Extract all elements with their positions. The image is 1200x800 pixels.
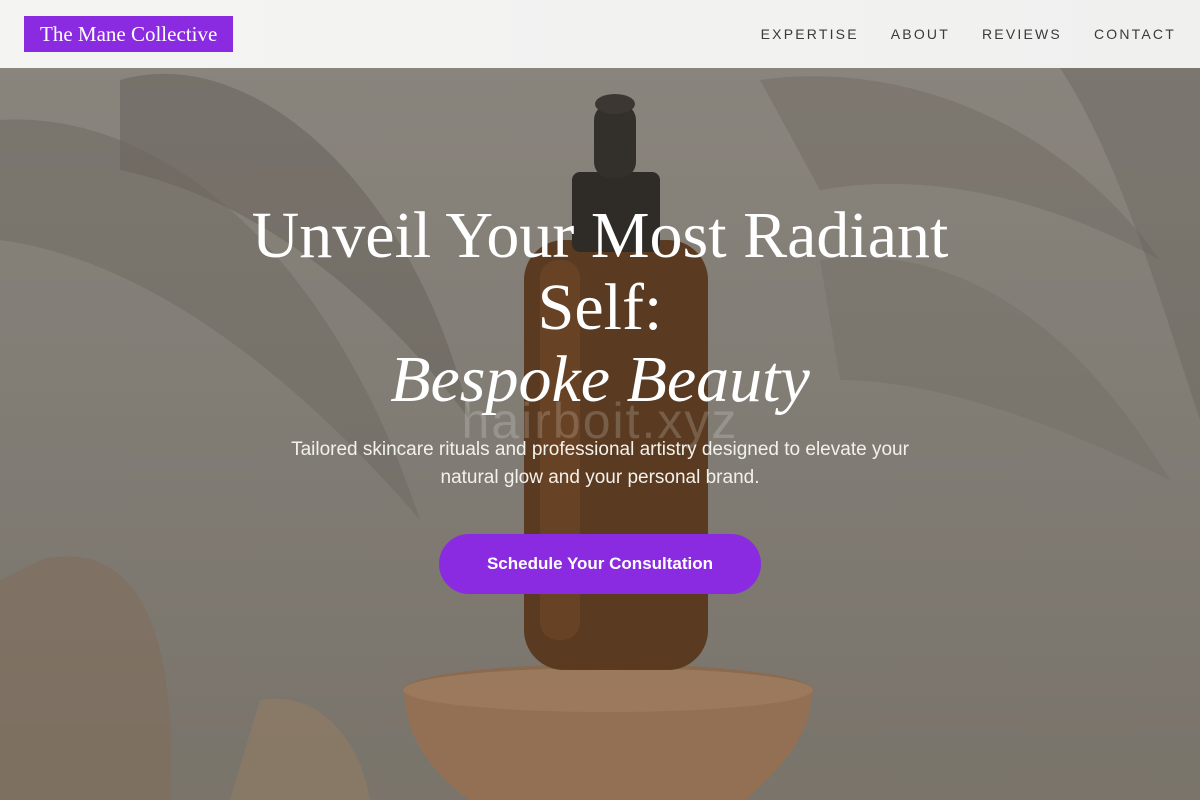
nav-link-expertise[interactable]: EXPERTISE xyxy=(761,26,859,42)
brand-logo[interactable]: The Mane Collective xyxy=(24,16,234,52)
hero-content: Unveil Your Most Radiant Self: Bespoke B… xyxy=(0,200,1200,594)
schedule-consultation-button[interactable]: Schedule Your Consultation xyxy=(439,534,761,594)
main-nav: EXPERTISE ABOUT REVIEWS CONTACT xyxy=(761,0,1176,68)
hero-headline-main: Unveil Your Most Radiant Self: xyxy=(251,199,949,344)
nav-link-reviews[interactable]: REVIEWS xyxy=(982,26,1062,42)
hero-subtitle: Tailored skincare rituals and profession… xyxy=(291,439,909,488)
site-header: The Mane Collective EXPERTISE ABOUT REVI… xyxy=(0,0,1200,68)
hero-headline: Unveil Your Most Radiant Self: Bespoke B… xyxy=(190,200,1010,416)
hero-headline-accent: Bespoke Beauty xyxy=(390,343,810,416)
nav-link-about[interactable]: ABOUT xyxy=(891,26,950,42)
nav-link-contact[interactable]: CONTACT xyxy=(1094,26,1176,42)
